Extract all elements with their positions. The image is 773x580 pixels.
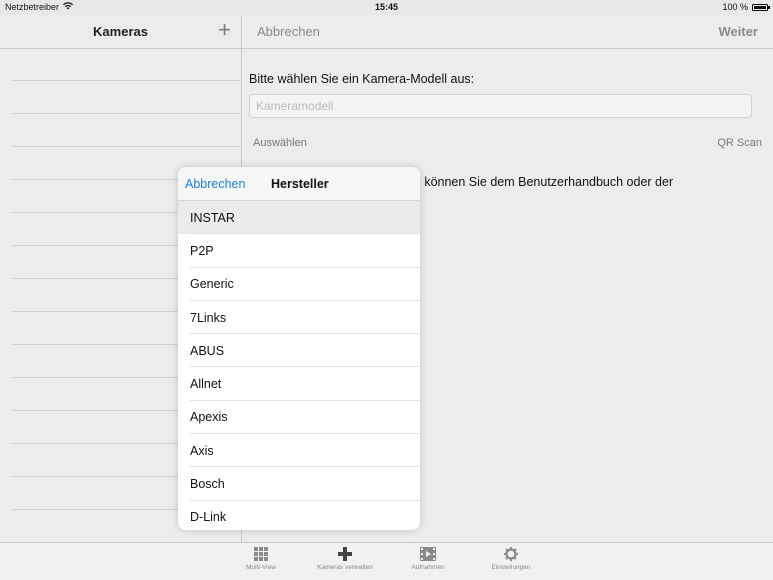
manufacturer-item-allnet[interactable]: Allnet [178,367,420,402]
camera-model-input[interactable] [249,94,752,118]
select-button[interactable]: Auswählen [253,137,307,149]
plus-icon: + [218,17,231,42]
manufacturer-item-apexis[interactable]: Apexis [178,401,420,435]
tab-label: Kameras verwalten [317,564,373,571]
tab-label: Multi-View [246,564,276,571]
manufacturer-list: INSTAR P2P Generic 7Links ABUS Allnet Ap… [178,201,420,530]
manufacturer-item-instar[interactable]: INSTAR [178,201,420,235]
battery-icon [752,3,770,11]
tab-multi-view[interactable]: Multi-View [221,547,301,571]
popover-cancel-button[interactable]: Abbrechen [185,177,245,191]
gear-icon [471,547,551,561]
manufacturer-item-bosch[interactable]: Bosch [178,467,420,501]
manufacturer-item-7links[interactable]: 7Links [178,301,420,335]
add-camera-button[interactable]: + [218,18,231,42]
manufacturer-item-p2p[interactable]: P2P [178,234,420,268]
form-navbar: Abbrechen Weiter [242,15,773,49]
list-item [12,81,241,114]
qr-scan-button[interactable]: QR Scan [717,137,762,149]
sidebar-navbar: Kameras + [0,15,241,49]
tab-settings[interactable]: Einstellungen [471,547,551,571]
film-icon [388,547,468,561]
manufacturer-item-dlink[interactable]: D-Link [178,501,420,530]
tab-bar: Multi-View Kameras verwalten Aufnahmen E… [0,542,773,580]
sidebar-title: Kameras [93,24,148,39]
status-bar: Netzbetreiber 15:45 100 % [0,0,773,15]
grid-icon [221,547,301,561]
tab-manage-cameras[interactable]: Kameras verwalten [305,547,385,571]
cancel-button[interactable]: Abbrechen [257,24,320,39]
manufacturer-item-abus[interactable]: ABUS [178,334,420,368]
plus-icon [305,547,385,561]
manufacturer-item-axis[interactable]: Axis [178,434,420,468]
popover-header: Abbrechen Hersteller [178,167,420,201]
model-prompt: Bitte wählen Sie ein Kamera-Modell aus: [249,72,475,86]
battery-label: 100 % [722,2,748,12]
info-text: ung können Sie dem Benutzerhandbuch oder… [400,175,674,189]
list-item [12,114,241,147]
manufacturer-popover: Abbrechen Hersteller INSTAR P2P Generic … [178,167,420,530]
tab-label: Einstellungen [491,564,531,571]
tab-recordings[interactable]: Aufnahmen [388,547,468,571]
list-item [12,48,241,81]
next-button[interactable]: Weiter [719,24,759,39]
status-right: 100 % [722,2,770,12]
tab-label: Aufnahmen [411,564,445,571]
popover-title: Hersteller [271,177,329,191]
manufacturer-item-generic[interactable]: Generic [178,268,420,302]
status-time: 15:45 [374,2,399,12]
